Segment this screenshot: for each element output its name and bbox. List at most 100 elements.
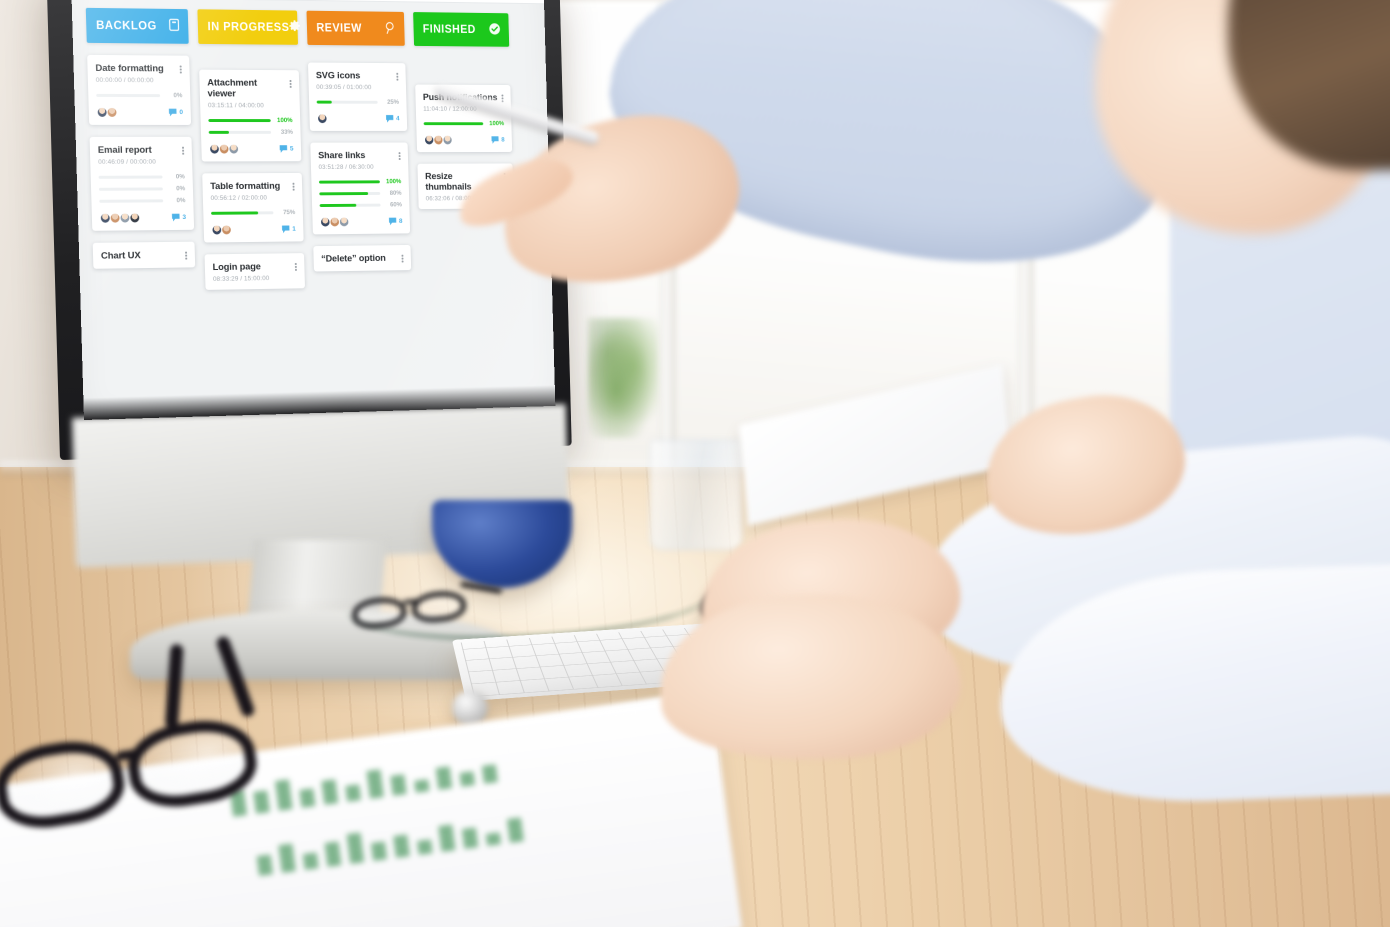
paper-chart-bar bbox=[390, 774, 407, 796]
progress-track bbox=[423, 121, 484, 126]
task-card[interactable]: Table formatting 00:56:12 / 02:00:00 75% 1 bbox=[202, 173, 304, 243]
column-header-finished[interactable]: FINISHED bbox=[413, 12, 510, 47]
card-title: Login page bbox=[212, 261, 261, 274]
assignee-avatars[interactable] bbox=[96, 106, 118, 118]
task-card[interactable]: Chart UX bbox=[92, 241, 196, 269]
assignee-avatars[interactable] bbox=[209, 143, 240, 155]
paper-chart-bar bbox=[278, 843, 296, 874]
clipboard-icon[interactable] bbox=[169, 18, 180, 35]
card-menu-icon[interactable] bbox=[396, 71, 399, 81]
avatar[interactable] bbox=[129, 212, 141, 224]
column-header-backlog[interactable]: BACKLOG bbox=[85, 7, 189, 44]
progress-percent: 0% bbox=[176, 197, 186, 205]
progress-row: 100% bbox=[318, 178, 401, 185]
card-menu-icon[interactable] bbox=[292, 181, 295, 191]
card-menu-icon[interactable] bbox=[401, 253, 404, 263]
progress-row: 0% bbox=[98, 173, 185, 181]
progress-percent: 0% bbox=[173, 92, 183, 100]
task-card[interactable]: Email report 00:46:09 / 00:00:00 0% 0% 0% 3 bbox=[89, 136, 195, 231]
progress-fill bbox=[318, 180, 380, 184]
card-footer: 3 bbox=[99, 212, 187, 224]
card-header: Chart UX bbox=[101, 250, 188, 262]
card-menu-icon[interactable] bbox=[289, 78, 292, 88]
card-header: SVG icons bbox=[316, 70, 399, 81]
assignee-avatars[interactable] bbox=[319, 216, 350, 228]
paper-chart-bar bbox=[370, 841, 388, 862]
card-footer: 8 bbox=[319, 216, 403, 228]
assignee-avatars[interactable] bbox=[211, 224, 232, 236]
card-menu-icon[interactable] bbox=[182, 145, 185, 155]
assignee-avatars[interactable] bbox=[99, 212, 141, 224]
comment-count[interactable]: 5 bbox=[279, 145, 294, 154]
avatar[interactable] bbox=[442, 134, 453, 146]
progress-percent: 100% bbox=[489, 120, 505, 128]
progress-percent: 0% bbox=[175, 173, 185, 181]
progress-row: 80% bbox=[319, 190, 402, 197]
comment-count[interactable]: 0 bbox=[169, 108, 184, 117]
task-card[interactable]: Attachment viewer 03:15:11 / 04:00:00 100%… bbox=[199, 69, 302, 162]
comment-count[interactable]: 8 bbox=[491, 136, 505, 145]
card-time-tracked: 00:56:12 / 02:00:00 bbox=[210, 194, 268, 203]
search-icon[interactable] bbox=[385, 21, 397, 37]
card-title: Email report bbox=[97, 144, 152, 156]
avatar[interactable] bbox=[338, 216, 350, 228]
card-progress-bars: 100% 33% bbox=[208, 117, 293, 136]
avatar[interactable] bbox=[316, 113, 328, 125]
paper-chart-bar bbox=[393, 834, 410, 859]
card-menu-icon[interactable] bbox=[180, 64, 182, 74]
paper-chart-bar bbox=[435, 766, 453, 790]
card-menu-icon[interactable] bbox=[501, 93, 504, 103]
comment-count[interactable]: 4 bbox=[386, 114, 400, 123]
kanban-column-review: REVIEW SVG icons 00:39:05 / 01:00:00 25% 4 Sh… bbox=[306, 10, 415, 413]
progress-percent: 60% bbox=[389, 201, 403, 209]
check-circle-icon[interactable] bbox=[489, 22, 501, 37]
paper-chart-bar bbox=[366, 769, 384, 799]
progress-track bbox=[98, 187, 163, 192]
progress-track bbox=[98, 175, 163, 180]
avatar[interactable] bbox=[106, 106, 118, 118]
comment-count-value: 1 bbox=[292, 225, 296, 233]
progress-row: 100% bbox=[208, 117, 293, 124]
task-card[interactable]: Date formatting 00:00:00 / 00:00:00 0% 0 bbox=[87, 54, 192, 125]
progress-track bbox=[99, 199, 164, 204]
paper-chart-bar bbox=[461, 827, 479, 849]
task-card[interactable]: SVG icons 00:39:05 / 01:00:00 25% 4 bbox=[307, 62, 408, 131]
task-card[interactable]: “Delete” option bbox=[313, 245, 412, 272]
comment-count-value: 3 bbox=[182, 214, 187, 222]
comment-count[interactable]: 1 bbox=[282, 225, 296, 234]
comment-count[interactable]: 3 bbox=[172, 213, 187, 222]
progress-row: 60% bbox=[319, 201, 403, 209]
avatar[interactable] bbox=[228, 143, 240, 155]
potted-plant bbox=[588, 318, 658, 438]
gear-icon[interactable] bbox=[289, 20, 301, 35]
card-footer: 1 bbox=[211, 224, 296, 236]
comment-count[interactable]: 8 bbox=[389, 217, 403, 226]
progress-track bbox=[211, 211, 274, 216]
progress-fill bbox=[208, 118, 271, 123]
avatar[interactable] bbox=[221, 224, 232, 236]
paper-chart-bar bbox=[416, 839, 433, 856]
column-header-review[interactable]: REVIEW bbox=[306, 10, 405, 46]
progress-fill bbox=[319, 191, 369, 196]
progress-row: 25% bbox=[316, 99, 399, 106]
progress-row: 0% bbox=[99, 197, 186, 205]
task-card[interactable]: Share links 03:51:28 / 06:30:00 100% 80% 60%… bbox=[310, 142, 411, 235]
card-menu-icon[interactable] bbox=[398, 150, 401, 160]
assignee-avatars[interactable] bbox=[423, 134, 453, 146]
progress-track bbox=[96, 93, 161, 98]
card-title: Attachment viewer bbox=[207, 77, 258, 100]
task-card[interactable]: Login page 08:33:29 / 15:00:00 bbox=[204, 253, 306, 291]
column-label: REVIEW bbox=[316, 22, 363, 35]
column-label: IN PROGRESS bbox=[207, 20, 290, 34]
assignee-avatars[interactable] bbox=[316, 113, 328, 125]
progress-row: 33% bbox=[208, 129, 293, 136]
progress-track bbox=[318, 180, 380, 184]
card-progress-bars: 25% bbox=[316, 99, 399, 106]
card-header: Table formatting bbox=[210, 181, 295, 192]
column-header-progress[interactable]: IN PROGRESS bbox=[197, 9, 301, 45]
card-menu-icon[interactable] bbox=[185, 250, 188, 260]
progress-track bbox=[319, 203, 381, 208]
progress-track bbox=[208, 130, 272, 135]
progress-percent: 75% bbox=[283, 209, 296, 217]
card-menu-icon[interactable] bbox=[295, 261, 297, 271]
